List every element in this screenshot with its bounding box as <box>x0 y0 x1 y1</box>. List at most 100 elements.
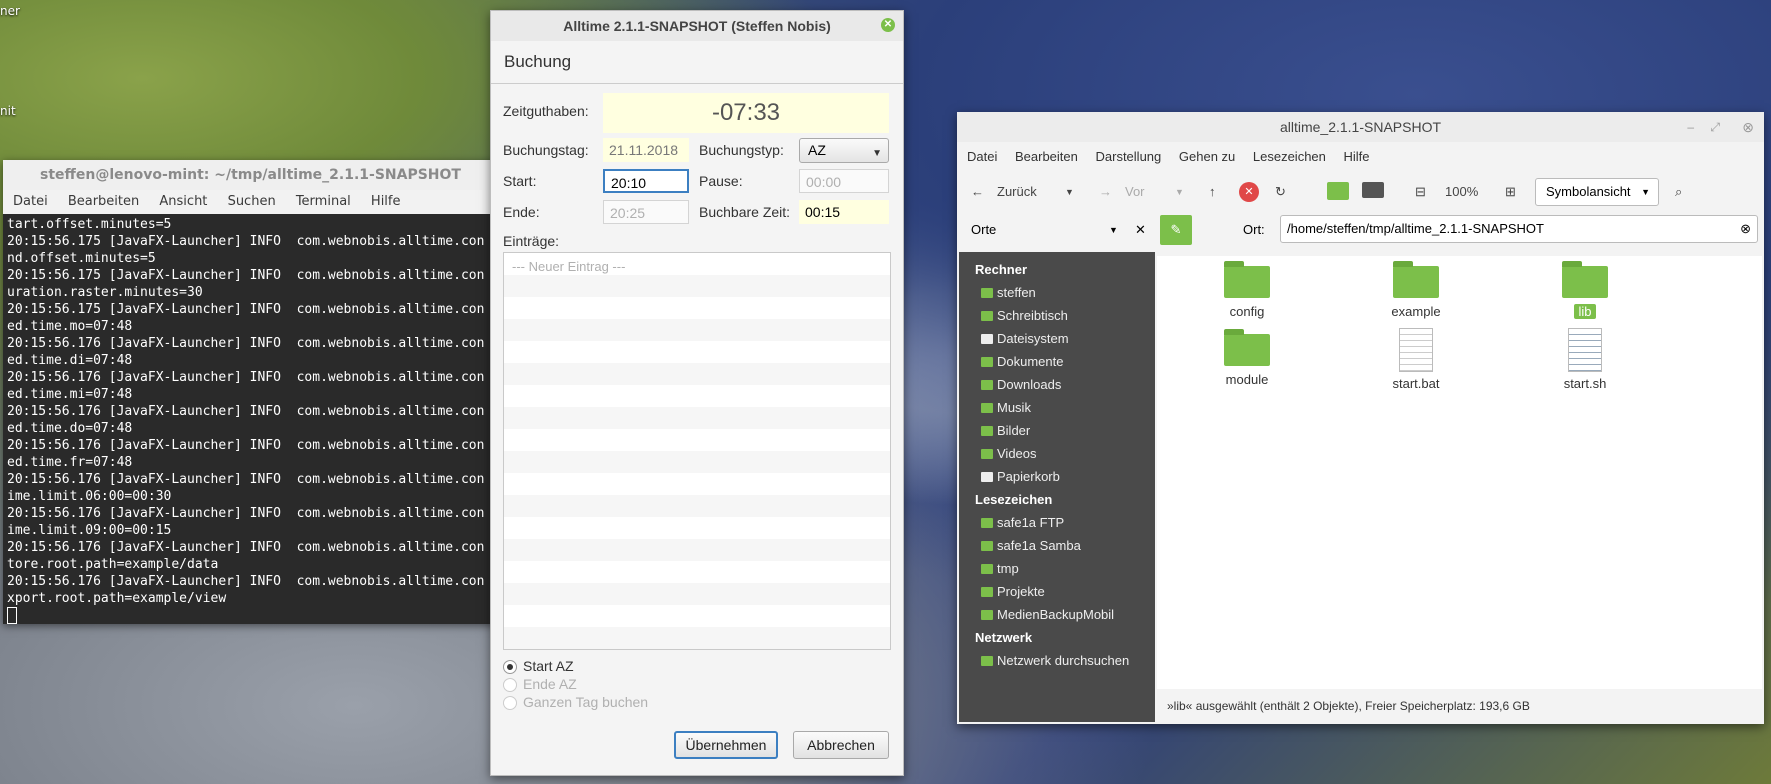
back-button[interactable]: Zurück <box>997 180 1037 204</box>
sidebar-item-dokumente[interactable]: Dokumente <box>959 350 1155 373</box>
radio-label: Start AZ <box>523 658 574 674</box>
file-item-lib[interactable]: lib <box>1525 256 1645 319</box>
terminal-line: 20:15:56.176 [JavaFX-Launcher] INFO com.… <box>7 506 485 521</box>
sidebar-item-papierkorb[interactable]: Papierkorb <box>959 465 1155 488</box>
entries-placeholder[interactable]: --- Neuer Eintrag --- <box>504 253 890 280</box>
window-title[interactable]: alltime_2.1.1-SNAPSHOT ‒ ⤢ ⊗ <box>957 112 1764 142</box>
forward-arrow-icon[interactable]: → <box>1099 180 1112 204</box>
sidebar-item-medienbackupmobil[interactable]: MedienBackupMobil <box>959 603 1155 626</box>
up-arrow-icon[interactable]: ↑ <box>1209 180 1216 204</box>
menu-bearbeiten[interactable]: Bearbeiten <box>1015 142 1078 172</box>
entries-list[interactable]: --- Neuer Eintrag --- <box>503 252 891 650</box>
sidebar-item-schreibtisch[interactable]: Schreibtisch <box>959 304 1155 327</box>
terminal-output[interactable]: tart.offset.minutes=5 20:15:56.175 [JavaF… <box>3 214 498 624</box>
menu-lesezeichen[interactable]: Lesezeichen <box>1253 142 1326 172</box>
sidebar-item-projekte[interactable]: Projekte <box>959 580 1155 603</box>
pause-label: Pause: <box>699 173 743 189</box>
sidebar-item-tmp[interactable]: tmp <box>959 557 1155 580</box>
sidebar-item-label: tmp <box>997 561 1019 576</box>
type-selected: AZ <box>808 142 826 158</box>
folder-icon <box>981 426 993 436</box>
sidebar-item-safe1a-ftp[interactable]: safe1a FTP <box>959 511 1155 534</box>
view-mode-select[interactable]: Symbolansicht ▼ <box>1535 178 1659 206</box>
menu-terminal[interactable]: Terminal <box>296 190 351 214</box>
status-bar: »lib« ausgewählt (enthält 2 Objekte), Fr… <box>1157 691 1762 722</box>
menu-hilfe[interactable]: Hilfe <box>1344 142 1370 172</box>
file-item-start-bat[interactable]: start.bat <box>1356 324 1476 391</box>
radio-full-day[interactable]: Ganzen Tag buchen <box>503 694 648 711</box>
close-icon[interactable]: ✕ <box>881 18 895 32</box>
window-title[interactable]: Alltime 2.1.1-SNAPSHOT (Steffen Nobis) ✕ <box>491 11 903 41</box>
sidebar-item-downloads[interactable]: Downloads <box>959 373 1155 396</box>
sidebar-item-label: steffen <box>997 285 1036 300</box>
zoom-out-icon[interactable]: ⊟ <box>1415 180 1426 204</box>
file-item-config[interactable]: config <box>1187 256 1307 319</box>
sidebar-item-safe1a-samba[interactable]: safe1a Samba <box>959 534 1155 557</box>
sidebar-item-netzwerk-durchsuchen[interactable]: Netzwerk durchsuchen <box>959 649 1155 672</box>
desktop-icon-label[interactable]: ner <box>0 4 20 18</box>
menu-suchen[interactable]: Suchen <box>228 190 276 214</box>
balance-label: Zeitguthaben: <box>503 103 589 119</box>
folder-view-icon[interactable] <box>1327 182 1349 200</box>
sidebar-item-videos[interactable]: Videos <box>959 442 1155 465</box>
minimize-icon[interactable]: ‒ <box>1687 112 1694 142</box>
type-label: Buchungstyp: <box>699 142 784 158</box>
sidebar-item-bilder[interactable]: Bilder <box>959 419 1155 442</box>
close-icon[interactable]: ✕ <box>1135 212 1146 248</box>
zoom-level: 100% <box>1445 184 1479 199</box>
stop-icon[interactable]: ✕ <box>1239 182 1259 202</box>
desktop-icon-label[interactable]: nit <box>0 104 16 118</box>
sidebar-item-dateisystem[interactable]: Dateisystem <box>959 327 1155 350</box>
folder-icon <box>1393 261 1439 298</box>
places-label[interactable]: Orte <box>971 222 996 237</box>
balance-value: -07:33 <box>603 93 889 133</box>
radio-start-az[interactable]: Start AZ <box>503 658 574 675</box>
edit-pencil-icon[interactable]: ✎ <box>1160 215 1192 245</box>
window-title[interactable]: steffen@lenovo-mint: ~/tmp/alltime_2.1.1… <box>3 160 498 190</box>
computer-icon[interactable] <box>1362 182 1384 198</box>
terminal-line: tore.root.path=example/data <box>7 557 219 572</box>
menu-darstellung[interactable]: Darstellung <box>1096 142 1162 172</box>
reload-icon[interactable]: ↻ <box>1275 180 1286 204</box>
forward-button[interactable]: Vor <box>1125 180 1145 204</box>
menu-ansicht[interactable]: Ansicht <box>159 190 207 214</box>
location-input[interactable]: /home/steffen/tmp/alltime_2.1.1-SNAPSHOT… <box>1280 215 1758 243</box>
terminal-line: 20:15:56.176 [JavaFX-Launcher] INFO com.… <box>7 370 485 385</box>
type-select[interactable]: AZ ▼ <box>799 138 889 163</box>
chevron-down-icon[interactable]: ▼ <box>1175 180 1184 204</box>
terminal-line: 20:15:56.175 [JavaFX-Launcher] INFO com.… <box>7 234 485 249</box>
menu-gehen-zu[interactable]: Gehen zu <box>1179 142 1235 172</box>
start-input[interactable]: 20:10 <box>603 169 689 193</box>
end-label: Ende: <box>503 204 540 220</box>
menu-bearbeiten[interactable]: Bearbeiten <box>68 190 139 214</box>
maximize-icon[interactable]: ⤢ <box>1710 112 1720 142</box>
radio-icon <box>503 678 517 693</box>
sidebar-item-musik[interactable]: Musik <box>959 396 1155 419</box>
close-icon[interactable]: ⊗ <box>1742 112 1754 142</box>
file-item-module[interactable]: module <box>1187 324 1307 387</box>
end-input[interactable]: 20:25 <box>603 200 689 224</box>
menu-datei[interactable]: Datei <box>967 142 997 172</box>
pause-input[interactable]: 00:00 <box>799 169 889 193</box>
cancel-button[interactable]: Abbrechen <box>793 731 889 759</box>
menu-datei[interactable]: Datei <box>13 190 48 214</box>
zoom-in-icon[interactable]: ⊞ <box>1505 180 1516 204</box>
search-icon[interactable]: ⌕ <box>1675 180 1682 204</box>
radio-end-az[interactable]: Ende AZ <box>503 676 577 693</box>
terminal-cursor[interactable] <box>7 607 494 624</box>
file-view[interactable]: config example lib module start.bat start.sh <box>1157 256 1762 689</box>
apply-button[interactable]: Übernehmen <box>674 731 778 759</box>
menu-hilfe[interactable]: Hilfe <box>371 190 401 214</box>
chevron-down-icon[interactable]: ▼ <box>1065 180 1074 204</box>
sidebar-item-label: safe1a FTP <box>997 515 1065 530</box>
terminal-line: ed.time.mo=07:48 <box>7 319 133 334</box>
clear-icon[interactable]: ⊗ <box>1740 216 1751 242</box>
sidebar-item-steffen[interactable]: steffen <box>959 281 1155 304</box>
chevron-down-icon[interactable]: ▼ <box>1109 212 1118 248</box>
file-item-start-sh[interactable]: start.sh <box>1525 324 1645 391</box>
terminal-line: 20:15:56.176 [JavaFX-Launcher] INFO com.… <box>7 574 485 589</box>
file-item-example[interactable]: example <box>1356 256 1476 319</box>
back-arrow-icon[interactable]: ← <box>971 180 984 204</box>
file-name: start.sh <box>1563 376 1607 391</box>
terminal-window[interactable]: steffen@lenovo-mint: ~/tmp/alltime_2.1.1… <box>3 160 498 624</box>
